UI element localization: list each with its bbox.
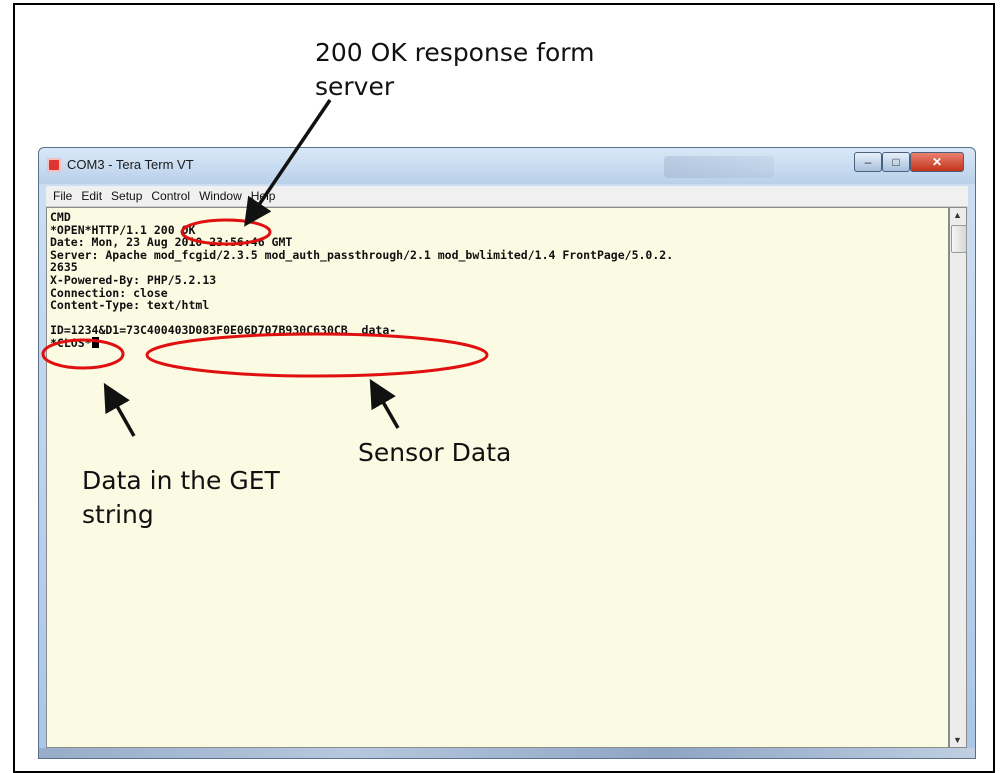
sensor-annotation: Sensor Data: [358, 438, 512, 467]
terminal-cursor: [91, 336, 99, 348]
response-annotation-line2: server: [315, 72, 395, 101]
vertical-scrollbar[interactable]: ▲ ▼: [949, 207, 967, 748]
get-annotation: Data in the GET string: [82, 464, 280, 532]
title-bar[interactable]: COM3 - Tera Term VT – □ ✕: [39, 148, 975, 184]
response-annotation-line1: 200 OK response form: [315, 38, 595, 67]
menu-bar: File Edit Setup Control Window Help: [46, 186, 968, 207]
get-annotation-line1: Data in the GET: [82, 466, 280, 495]
scroll-thumb[interactable]: [951, 225, 967, 253]
menu-window[interactable]: Window: [199, 189, 242, 203]
terminal-line: ID=1234&D1=73C400403D083F0E06D707B930C63…: [50, 323, 397, 338]
maximize-button[interactable]: □: [882, 152, 910, 172]
terminal-line: Content-Type: text/html: [50, 298, 210, 313]
terminal-line: Server: Apache mod_fcgid/2.3.5 mod_auth_…: [50, 247, 674, 262]
menu-setup[interactable]: Setup: [111, 189, 142, 203]
get-annotation-line2: string: [82, 500, 154, 529]
menu-edit[interactable]: Edit: [81, 189, 102, 203]
menu-control[interactable]: Control: [151, 189, 190, 203]
scroll-down-icon[interactable]: ▼: [953, 735, 962, 745]
response-annotation: 200 OK response form server: [315, 36, 594, 104]
taskbar-strip: [39, 748, 975, 758]
terminal-line: *CLOS*: [50, 335, 92, 350]
tera-term-icon: [47, 158, 61, 172]
menu-help[interactable]: Help: [251, 189, 276, 203]
blurred-region: [664, 156, 774, 178]
close-button[interactable]: ✕: [910, 152, 964, 172]
scroll-up-icon[interactable]: ▲: [953, 210, 962, 220]
menu-file[interactable]: File: [53, 189, 72, 203]
window-title: COM3 - Tera Term VT: [67, 157, 194, 172]
minimize-button[interactable]: –: [854, 152, 882, 172]
